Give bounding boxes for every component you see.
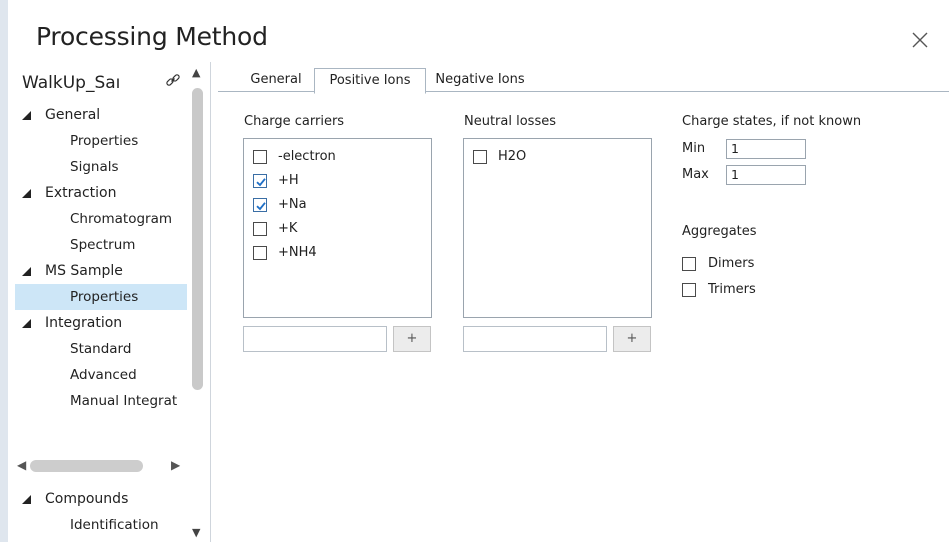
tree-item-advanced[interactable]: Advanced	[15, 362, 187, 388]
tree-label: MS Sample	[45, 263, 123, 279]
tree-label: Properties	[70, 133, 139, 149]
nav-tree-lower: Compounds Identification	[15, 486, 187, 538]
tree-item-standard[interactable]: Standard	[15, 336, 187, 362]
tree-item-manual-integrat[interactable]: Manual Integrat	[15, 388, 187, 414]
tree-label: Chromatogram	[70, 211, 173, 227]
tree-label: Advanced	[70, 367, 137, 383]
checkbox[interactable]	[253, 246, 267, 260]
min-label: Min	[682, 141, 706, 156]
tree-node-integration[interactable]: Integration	[15, 310, 187, 336]
option-label: H2O	[498, 149, 527, 164]
max-label: Max	[682, 167, 709, 182]
navigation-panel: WalkUp_Saı General Properties Signals Extra…	[15, 62, 215, 542]
check-icon	[256, 178, 266, 187]
checkbox[interactable]	[253, 222, 267, 236]
vertical-scroll-thumb[interactable]	[192, 88, 203, 390]
tree-label: Manual Integrat	[70, 393, 178, 409]
option-label: +K	[278, 221, 298, 236]
panel-divider	[210, 62, 211, 542]
tree-item-identification[interactable]: Identification	[15, 512, 187, 538]
tree-label: Integration	[45, 315, 123, 331]
tree-label: Spectrum	[70, 237, 136, 253]
min-charge-input[interactable]: 1	[726, 139, 806, 159]
expanded-triangle-icon[interactable]	[21, 318, 32, 329]
checkbox[interactable]	[473, 150, 487, 164]
tree-item-properties[interactable]: Properties	[15, 284, 187, 310]
neutral-losses-label: Neutral losses	[464, 114, 556, 129]
neutral-losses-list[interactable]: H2O	[463, 138, 652, 318]
tab-negative-ions[interactable]: Negative Ions	[428, 68, 532, 91]
charge-carriers-list[interactable]: -electron +H +Na +K +NH4	[243, 138, 432, 318]
tree-label: Identification	[70, 517, 159, 533]
option-label: +H	[278, 173, 299, 188]
expanded-triangle-icon[interactable]	[21, 188, 32, 199]
option-label: +Na	[278, 197, 307, 212]
close-icon[interactable]	[910, 30, 930, 50]
horizontal-scrollbar[interactable]: ◀ ▶	[15, 455, 187, 477]
tree-label: Standard	[70, 341, 132, 357]
expanded-triangle-icon[interactable]	[21, 494, 32, 505]
check-icon	[256, 202, 266, 211]
charge-carriers-label: Charge carriers	[244, 114, 345, 129]
tree-node-ms-sample[interactable]: MS Sample	[15, 258, 187, 284]
checkbox[interactable]	[682, 257, 696, 271]
method-name-label: WalkUp_Saı	[22, 73, 121, 93]
tree-item-chromatogram[interactable]: Chromatogram	[15, 206, 187, 232]
scroll-left-icon[interactable]: ◀	[17, 458, 26, 472]
checkbox-checked[interactable]	[253, 198, 267, 212]
horizontal-scroll-thumb[interactable]	[30, 460, 143, 472]
tree-label: General	[45, 107, 101, 123]
dialog-title: Processing Method	[36, 22, 268, 51]
checkbox[interactable]	[253, 150, 267, 164]
vertical-scrollbar[interactable]: ▲ ▼	[189, 62, 205, 542]
charge-states-label: Charge states, if not known	[682, 114, 862, 129]
option-label: +NH4	[278, 245, 317, 260]
nav-tree: General Properties Signals Extraction Chroma…	[15, 102, 187, 414]
option-label: -electron	[278, 149, 336, 164]
tree-item-properties[interactable]: Properties	[15, 128, 187, 154]
tree-label: Properties	[70, 289, 139, 305]
checkbox[interactable]	[682, 283, 696, 297]
tree-item-spectrum[interactable]: Spectrum	[15, 232, 187, 258]
neutral-loss-input[interactable]	[463, 326, 607, 352]
link-icon[interactable]	[165, 72, 181, 88]
tree-item-signals[interactable]: Signals	[15, 154, 187, 180]
add-charge-carrier-button[interactable]: +	[393, 326, 431, 352]
scroll-down-icon[interactable]: ▼	[192, 526, 200, 539]
aggregate-label: Dimers	[708, 256, 755, 271]
tree-node-compounds[interactable]: Compounds	[15, 486, 187, 512]
tree-node-general[interactable]: General	[15, 102, 187, 128]
tree-label: Compounds	[45, 491, 129, 507]
scroll-up-icon[interactable]: ▲	[192, 66, 200, 79]
tab-positive-ions[interactable]: Positive Ions	[314, 68, 426, 94]
scroll-right-icon[interactable]: ▶	[171, 458, 180, 472]
charge-carrier-input[interactable]	[243, 326, 387, 352]
checkbox-checked[interactable]	[253, 174, 267, 188]
tab-general[interactable]: General	[236, 68, 316, 91]
tree-label: Signals	[70, 159, 119, 175]
expanded-triangle-icon[interactable]	[21, 266, 32, 277]
background-window-edge	[0, 0, 8, 542]
aggregates-label: Aggregates	[682, 224, 757, 239]
tree-label: Extraction	[45, 185, 117, 201]
max-charge-input[interactable]: 1	[726, 165, 806, 185]
aggregate-label: Trimers	[708, 282, 756, 297]
tree-node-extraction[interactable]: Extraction	[15, 180, 187, 206]
add-neutral-loss-button[interactable]: +	[613, 326, 651, 352]
expanded-triangle-icon[interactable]	[21, 110, 32, 121]
